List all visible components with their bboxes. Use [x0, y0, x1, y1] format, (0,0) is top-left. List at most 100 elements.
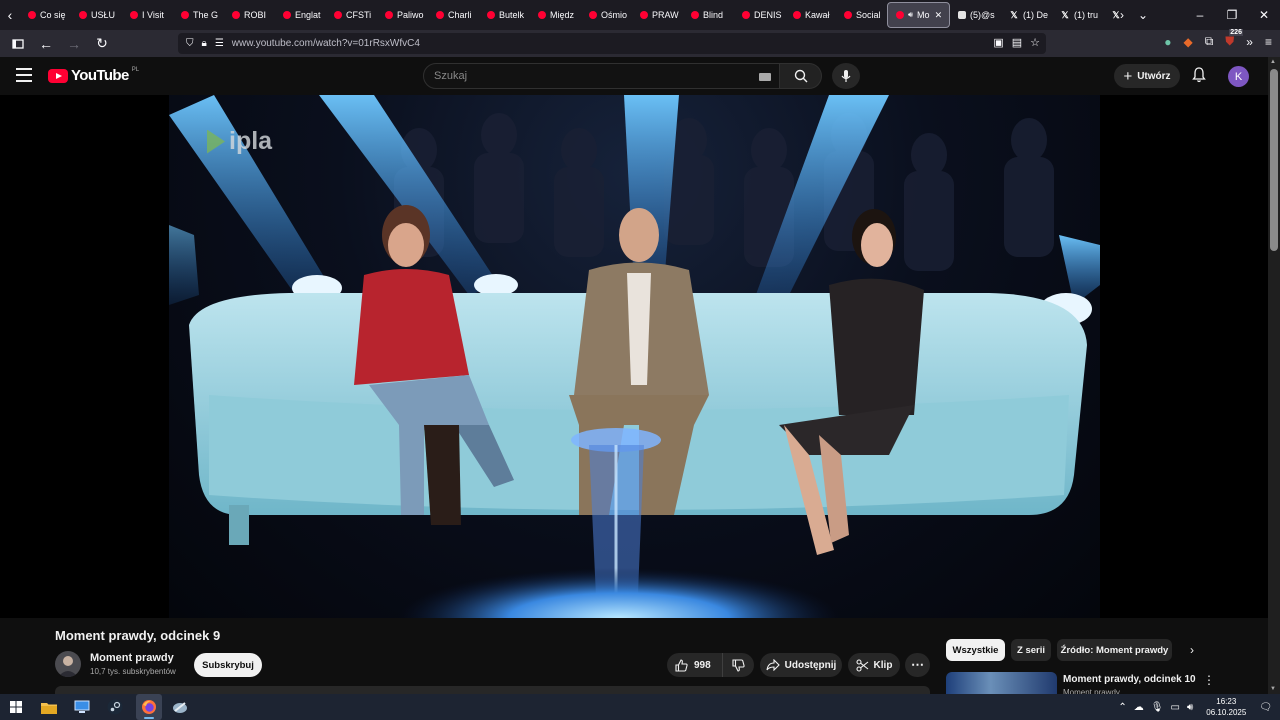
video-frame[interactable]: ipla — [169, 95, 1100, 618]
youtube-logo[interactable]: YouTube PL — [48, 67, 139, 84]
tab-label: DENIS — [754, 10, 782, 20]
browser-tab[interactable]: (5)@s — [950, 2, 1001, 28]
subscribe-button[interactable]: Subskrybuj — [194, 653, 262, 677]
browser-tab[interactable]: Co się — [20, 2, 71, 28]
reader-view-icon[interactable]: ▤ — [1012, 36, 1022, 49]
scrollbar-thumb[interactable] — [1270, 69, 1278, 251]
overflow-chevrons-icon[interactable]: » — [1246, 35, 1253, 49]
browser-tab[interactable]: 𝕏 (1) De — [1001, 2, 1052, 28]
bookmark-star-icon[interactable]: ☆ — [1030, 36, 1040, 49]
create-button[interactable]: + Utwórz — [1114, 64, 1180, 88]
tabs-scroll-right-icon[interactable]: › — [1120, 8, 1124, 22]
tab-label: Kawał — [805, 10, 830, 20]
remote-desktop-icon[interactable] — [72, 697, 92, 717]
restore-icon[interactable]: ❐ — [1216, 0, 1248, 30]
search-input[interactable]: Szukaj — [423, 63, 780, 89]
page-scrollbar[interactable]: ▲ ▼ — [1268, 57, 1280, 694]
recommendation-title[interactable]: Moment prawdy, odcinek 10 — [1063, 674, 1196, 685]
browser-tab[interactable]: ROBI — [224, 2, 275, 28]
voice-search-button[interactable] — [832, 63, 860, 89]
country-code: PL — [131, 66, 140, 73]
tab-audio-speaker-icon[interactable]: 🔊︎ — [908, 10, 913, 20]
video-player[interactable]: ipla — [0, 95, 1268, 618]
firefox-icon[interactable] — [139, 697, 159, 717]
tracking-shield-icon[interactable]: ⛉ — [186, 38, 194, 49]
youtube-favicon-icon — [28, 11, 36, 19]
app-menu-icon[interactable]: ≡ — [1265, 35, 1272, 49]
channel-name[interactable]: Moment prawdy — [90, 652, 174, 664]
browser-tab[interactable]: Blind — [683, 2, 734, 28]
browser-tab[interactable]: 𝕏 (1) tru — [1052, 2, 1103, 28]
volume-icon[interactable]: 🔊︎ — [1187, 702, 1193, 713]
share-button[interactable]: Udostępnij — [760, 653, 842, 677]
browser-tab[interactable]: DENIS — [734, 2, 785, 28]
chip-source[interactable]: Źródło: Moment prawdy — [1057, 639, 1172, 661]
forward-arrow-icon[interactable]: → — [62, 32, 86, 56]
guide-menu-icon[interactable] — [16, 68, 32, 82]
account-avatar[interactable]: K — [1228, 66, 1249, 87]
browser-tab[interactable]: PRAW — [632, 2, 683, 28]
search-button[interactable] — [780, 63, 822, 89]
ublock-icon[interactable]: ⛊ 226 — [1225, 29, 1243, 49]
taskbar-clock[interactable]: 16:23 06.10.2025 — [1206, 696, 1246, 718]
description-box[interactable] — [55, 686, 930, 694]
sidebar-toggle-icon[interactable] — [6, 32, 30, 56]
keyboard-icon[interactable] — [759, 73, 771, 81]
scroll-up-icon[interactable]: ▲ — [1270, 59, 1276, 65]
url-bar[interactable]: ⛉ 🔒︎ ☰ www.youtube.com/watch?v=01rRsxWfv… — [178, 33, 1046, 54]
browser-tab[interactable]: Butelk — [479, 2, 530, 28]
recommendation-more-icon[interactable]: ⋮ — [1203, 673, 1215, 687]
back-arrow-icon[interactable]: ← — [34, 32, 58, 56]
tab-label: (1) tru — [1074, 10, 1099, 20]
browser-tab[interactable]: The G — [173, 2, 224, 28]
browser-tab[interactable]: Charli — [428, 2, 479, 28]
recommendation-thumbnail[interactable] — [946, 672, 1057, 694]
browser-tab[interactable]: Ośmio — [581, 2, 632, 28]
like-button[interactable]: 998 — [667, 653, 723, 677]
file-explorer-icon[interactable] — [39, 697, 59, 717]
minimize-icon[interactable]: – — [1184, 0, 1216, 30]
game-app-icon[interactable] — [170, 697, 190, 717]
steam-icon[interactable] — [105, 697, 125, 717]
onedrive-cloud-icon[interactable]: ☁ — [1134, 702, 1144, 713]
extensions-puzzle-icon[interactable]: ⧉ — [1205, 34, 1214, 49]
channel-avatar[interactable] — [55, 651, 81, 677]
chips-next-chevron-icon[interactable]: › — [1190, 643, 1194, 657]
browser-tab[interactable]: Międz — [530, 2, 581, 28]
tab-label: I Visit — [142, 10, 164, 20]
notifications-bell-icon[interactable] — [1192, 67, 1206, 88]
tab-label: Social — [856, 10, 881, 20]
tab-label: Charli — [448, 10, 472, 20]
chip-all[interactable]: Wszystkie — [946, 639, 1005, 661]
url-text[interactable]: www.youtube.com/watch?v=01rRsxWfvC4 — [232, 38, 420, 49]
chip-from-series[interactable]: Z serii — [1011, 639, 1051, 661]
browser-tab[interactable]: USŁU — [71, 2, 122, 28]
tray-overflow-chevron-icon[interactable]: ⌃ — [1118, 702, 1126, 713]
tab-close-icon[interactable]: ✕ — [935, 10, 943, 21]
clip-button[interactable]: Klip — [848, 653, 900, 677]
list-all-tabs-chevron-down-icon[interactable]: ⌄ — [1138, 8, 1148, 22]
clock-date: 06.10.2025 — [1206, 708, 1247, 717]
browser-tab[interactable]: Social — [836, 2, 887, 28]
scroll-down-icon[interactable]: ▼ — [1270, 686, 1276, 692]
notifications-icon[interactable]: 🗨︎ — [1259, 702, 1272, 713]
reload-icon[interactable]: ↻ — [90, 32, 114, 56]
dislike-button[interactable] — [723, 658, 754, 672]
browser-tab[interactable]: Englat — [275, 2, 326, 28]
browser-tab[interactable]: Kawał — [785, 2, 836, 28]
close-window-icon[interactable]: ✕ — [1248, 0, 1280, 30]
microphone-tray-icon[interactable]: 🎙︎ — [1151, 702, 1164, 713]
network-icon[interactable]: ▭ — [1170, 702, 1179, 713]
picture-in-picture-icon[interactable]: ▣ — [993, 36, 1003, 49]
tabs-scroll-left-icon[interactable]: ‹ — [0, 0, 20, 30]
windows-start-icon[interactable] — [6, 697, 26, 717]
lock-icon[interactable]: 🔒︎ — [202, 38, 207, 49]
more-actions-button[interactable]: ⋯ — [905, 653, 930, 677]
browser-tab[interactable]: I Visit — [122, 2, 173, 28]
permissions-icon[interactable]: ☰ — [215, 38, 224, 49]
vpn-shield-icon[interactable]: ● — [1164, 35, 1171, 49]
tab-active[interactable]: 🔊︎ Mo ✕ — [887, 2, 950, 28]
browser-tab[interactable]: Paliwo — [377, 2, 428, 28]
fox-extension-icon[interactable]: ◆ — [1183, 35, 1192, 49]
browser-tab[interactable]: CFSTi — [326, 2, 377, 28]
